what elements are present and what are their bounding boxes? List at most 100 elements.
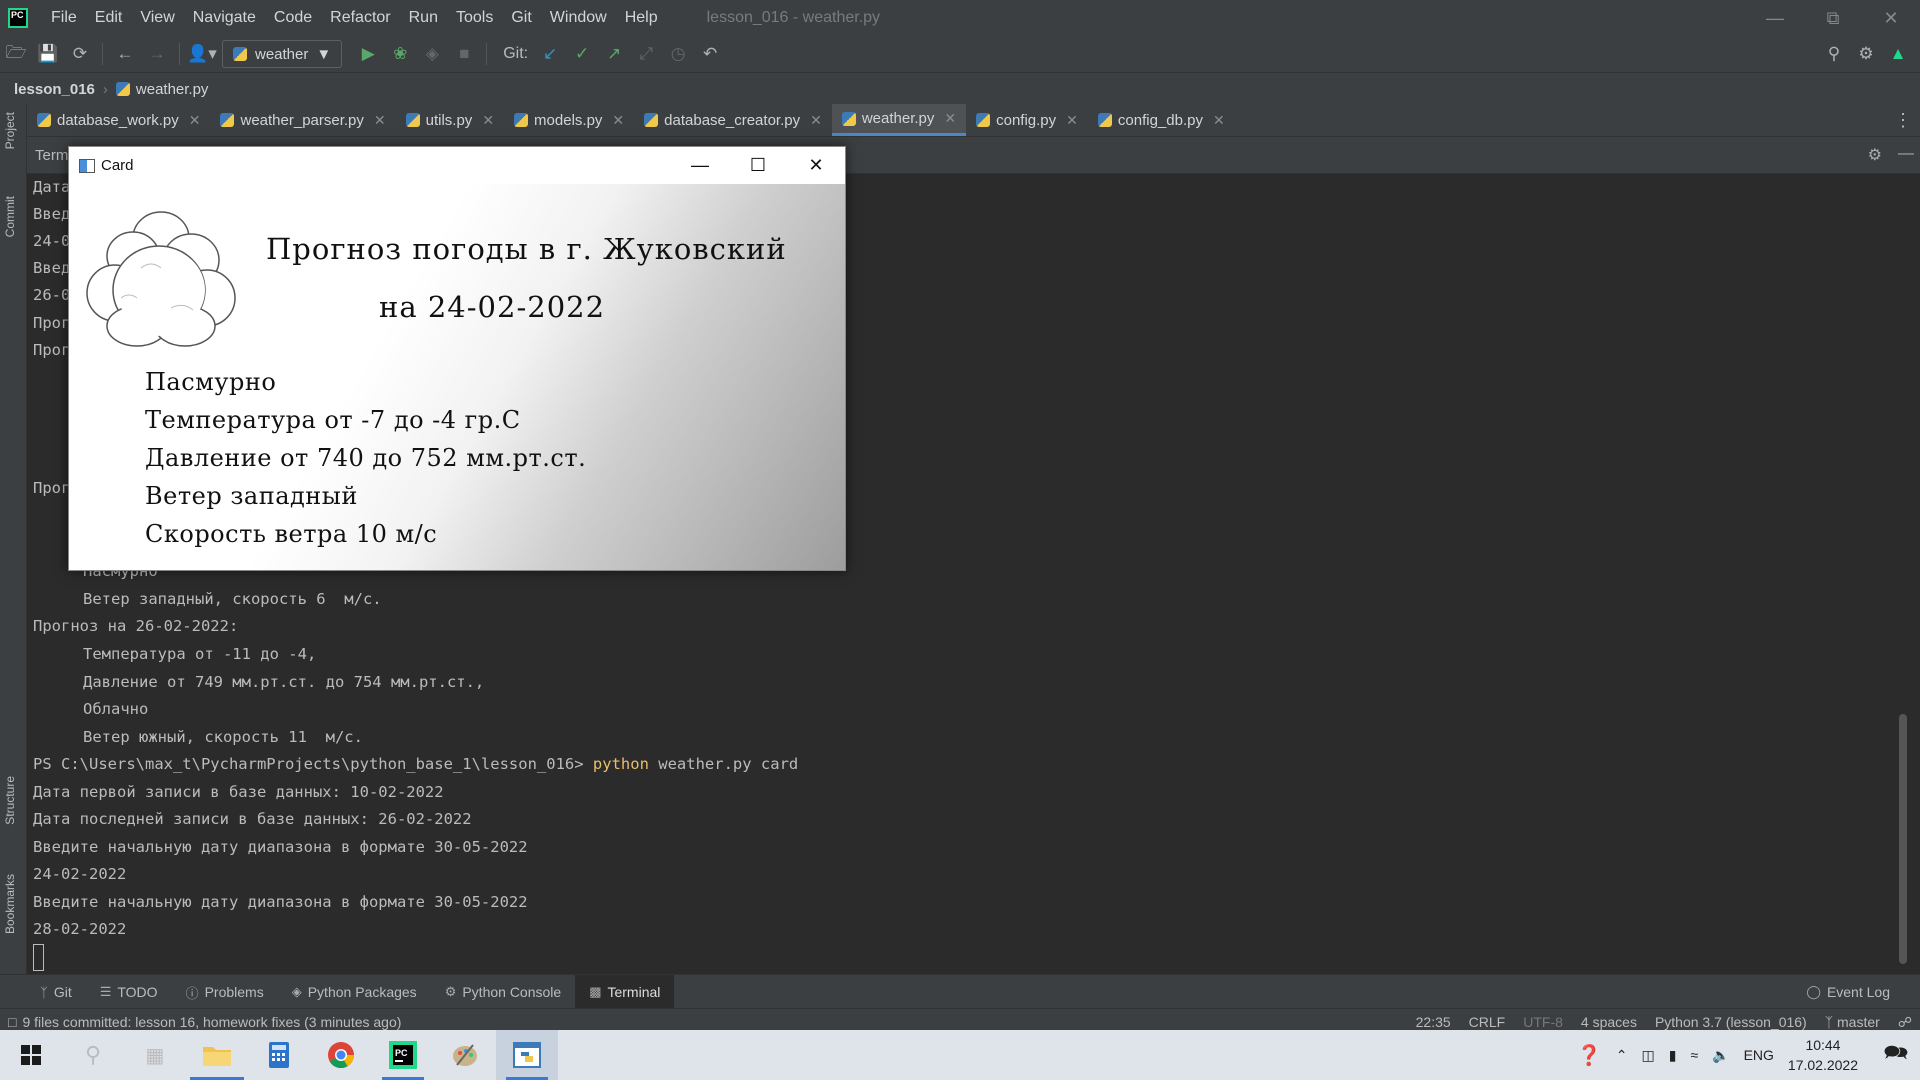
terminal-scrollbar[interactable]: [1899, 714, 1907, 964]
device-icon[interactable]: ◫: [1642, 1047, 1655, 1064]
calculator-icon[interactable]: [248, 1030, 310, 1080]
menu-view[interactable]: View: [131, 0, 183, 36]
forward-arrow-icon[interactable]: →: [141, 36, 173, 72]
close-icon[interactable]: ✕: [944, 110, 956, 127]
coverage-icon[interactable]: ◈: [416, 36, 448, 72]
close-icon[interactable]: ✕: [1066, 112, 1078, 129]
menu-tools[interactable]: Tools: [447, 0, 502, 36]
menu-refactor[interactable]: Refactor: [321, 0, 399, 36]
menu-git[interactable]: Git: [502, 0, 540, 36]
save-icon[interactable]: 💾: [32, 36, 64, 72]
event-log-button[interactable]: ◯ Event Log: [1792, 975, 1904, 1009]
history-icon[interactable]: ◷: [662, 36, 694, 72]
tab-config-db[interactable]: config_db.py ✕: [1088, 104, 1235, 136]
tab-weather-parser[interactable]: weather_parser.py ✕: [210, 104, 395, 136]
close-icon[interactable]: ✕: [612, 112, 624, 129]
minimize-icon[interactable]: —: [671, 147, 729, 184]
indent-setting[interactable]: 4 spaces: [1581, 1014, 1637, 1030]
window-toggle-icon[interactable]: □: [8, 1014, 16, 1030]
python-card-taskbar-icon[interactable]: [496, 1030, 558, 1080]
language-indicator[interactable]: ENG: [1744, 1047, 1774, 1063]
tab-config[interactable]: config.py ✕: [966, 104, 1088, 136]
project-tool-button[interactable]: Project: [3, 112, 17, 149]
tab-database-creator[interactable]: database_creator.py ✕: [634, 104, 832, 136]
close-icon[interactable]: ✕: [787, 147, 845, 184]
gear-icon[interactable]: ⚙: [1868, 145, 1882, 165]
paint-icon[interactable]: [434, 1030, 496, 1080]
notifications-icon[interactable]: 🗪: [1872, 1038, 1920, 1072]
open-folder-icon[interactable]: 🗁: [0, 36, 32, 72]
terminal-tool-button[interactable]: ▩ Terminal: [575, 975, 675, 1009]
git-push-icon[interactable]: ↗: [598, 36, 630, 72]
problems-tool-button[interactable]: ⓘ Problems: [172, 975, 278, 1009]
help-notification-icon[interactable]: ❓: [1577, 1043, 1602, 1068]
start-button[interactable]: [0, 1030, 62, 1080]
line-separator[interactable]: CRLF: [1469, 1014, 1506, 1030]
python-interpreter[interactable]: Python 3.7 (lesson_016): [1655, 1014, 1807, 1030]
card-titlebar[interactable]: Card — ☐ ✕: [69, 147, 845, 184]
restore-icon[interactable]: ⧉: [1804, 0, 1862, 36]
menu-window[interactable]: Window: [541, 0, 616, 36]
todo-tool-button[interactable]: ☰ TODO: [86, 975, 172, 1009]
rollback-icon[interactable]: ↶: [694, 36, 726, 72]
tab-models[interactable]: models.py ✕: [504, 104, 634, 136]
run-icon[interactable]: ▶: [352, 36, 384, 72]
bookmarks-tool-button[interactable]: Bookmarks: [3, 874, 17, 934]
close-icon[interactable]: ✕: [1213, 112, 1225, 129]
menu-edit[interactable]: Edit: [86, 0, 132, 36]
python-packages-tool-button[interactable]: ◈ Python Packages: [278, 975, 431, 1009]
search-icon[interactable]: ⚲: [1818, 36, 1850, 72]
chrome-icon[interactable]: [310, 1030, 372, 1080]
back-arrow-icon[interactable]: ←: [109, 36, 141, 72]
close-icon[interactable]: ✕: [1862, 0, 1920, 36]
git-tool-button[interactable]: ᛉ Git: [26, 975, 86, 1009]
terminal-cursor-line[interactable]: [33, 944, 44, 971]
clock[interactable]: 10:44 17.02.2022: [1788, 1035, 1858, 1075]
search-icon[interactable]: ⚲: [62, 1030, 124, 1080]
close-icon[interactable]: ✕: [374, 112, 386, 129]
more-vertical-icon[interactable]: ⋮: [1894, 110, 1912, 131]
battery-icon[interactable]: ▮: [1669, 1047, 1677, 1064]
status-message[interactable]: □ 9 files committed: lesson 16, homework…: [8, 1014, 401, 1030]
sync-icon[interactable]: ⟳: [64, 36, 96, 72]
maximize-icon[interactable]: ☐: [729, 147, 787, 184]
git-pull-request-icon[interactable]: ⤢: [630, 36, 662, 72]
volume-icon[interactable]: 🔈: [1712, 1047, 1729, 1064]
commit-tool-button[interactable]: Commit: [3, 196, 17, 237]
breadcrumb-project[interactable]: lesson_016: [14, 81, 95, 98]
file-explorer-icon[interactable]: [186, 1030, 248, 1080]
pycharm-taskbar-icon[interactable]: PC: [372, 1030, 434, 1080]
menu-navigate[interactable]: Navigate: [184, 0, 265, 36]
wifi-icon[interactable]: ≈: [1690, 1047, 1698, 1063]
menu-help[interactable]: Help: [616, 0, 667, 36]
structure-tool-button[interactable]: Structure: [3, 776, 17, 825]
lock-icon[interactable]: ☍: [1898, 1014, 1912, 1031]
debug-icon[interactable]: ❀: [384, 36, 416, 72]
python-console-tool-button[interactable]: ⚙ Python Console: [431, 975, 576, 1009]
close-icon[interactable]: ✕: [810, 112, 822, 129]
minimize-icon[interactable]: —: [1746, 0, 1804, 36]
file-encoding[interactable]: UTF-8: [1523, 1014, 1563, 1030]
terminal-title[interactable]: Term: [35, 147, 68, 164]
task-view-icon[interactable]: ▦: [124, 1030, 186, 1080]
git-branch[interactable]: ᛉ master: [1825, 1014, 1880, 1030]
run-config-selector[interactable]: weather ▼: [222, 40, 343, 68]
tab-weather[interactable]: weather.py ✕: [831, 104, 967, 136]
gear-icon[interactable]: ⚙: [1850, 36, 1882, 72]
menu-code[interactable]: Code: [265, 0, 321, 36]
user-dropdown-icon[interactable]: 👤▾: [186, 36, 218, 72]
stop-icon[interactable]: ■: [448, 36, 480, 72]
close-icon[interactable]: ✕: [189, 112, 201, 129]
tab-utils[interactable]: utils.py ✕: [396, 104, 504, 136]
git-update-icon[interactable]: ↙: [534, 36, 566, 72]
jetbrains-toolbox-icon[interactable]: ▲: [1882, 36, 1914, 72]
menu-file[interactable]: File: [42, 0, 86, 36]
breadcrumb-file[interactable]: weather.py: [115, 81, 208, 98]
hide-panel-icon[interactable]: —: [1898, 145, 1914, 165]
git-commit-icon[interactable]: ✓: [566, 36, 598, 72]
chevron-up-icon[interactable]: ⌃: [1616, 1047, 1628, 1064]
tab-database-work[interactable]: database_work.py ✕: [27, 104, 210, 136]
close-icon[interactable]: ✕: [482, 112, 494, 129]
caret-position[interactable]: 22:35: [1416, 1014, 1451, 1030]
menu-run[interactable]: Run: [400, 0, 447, 36]
